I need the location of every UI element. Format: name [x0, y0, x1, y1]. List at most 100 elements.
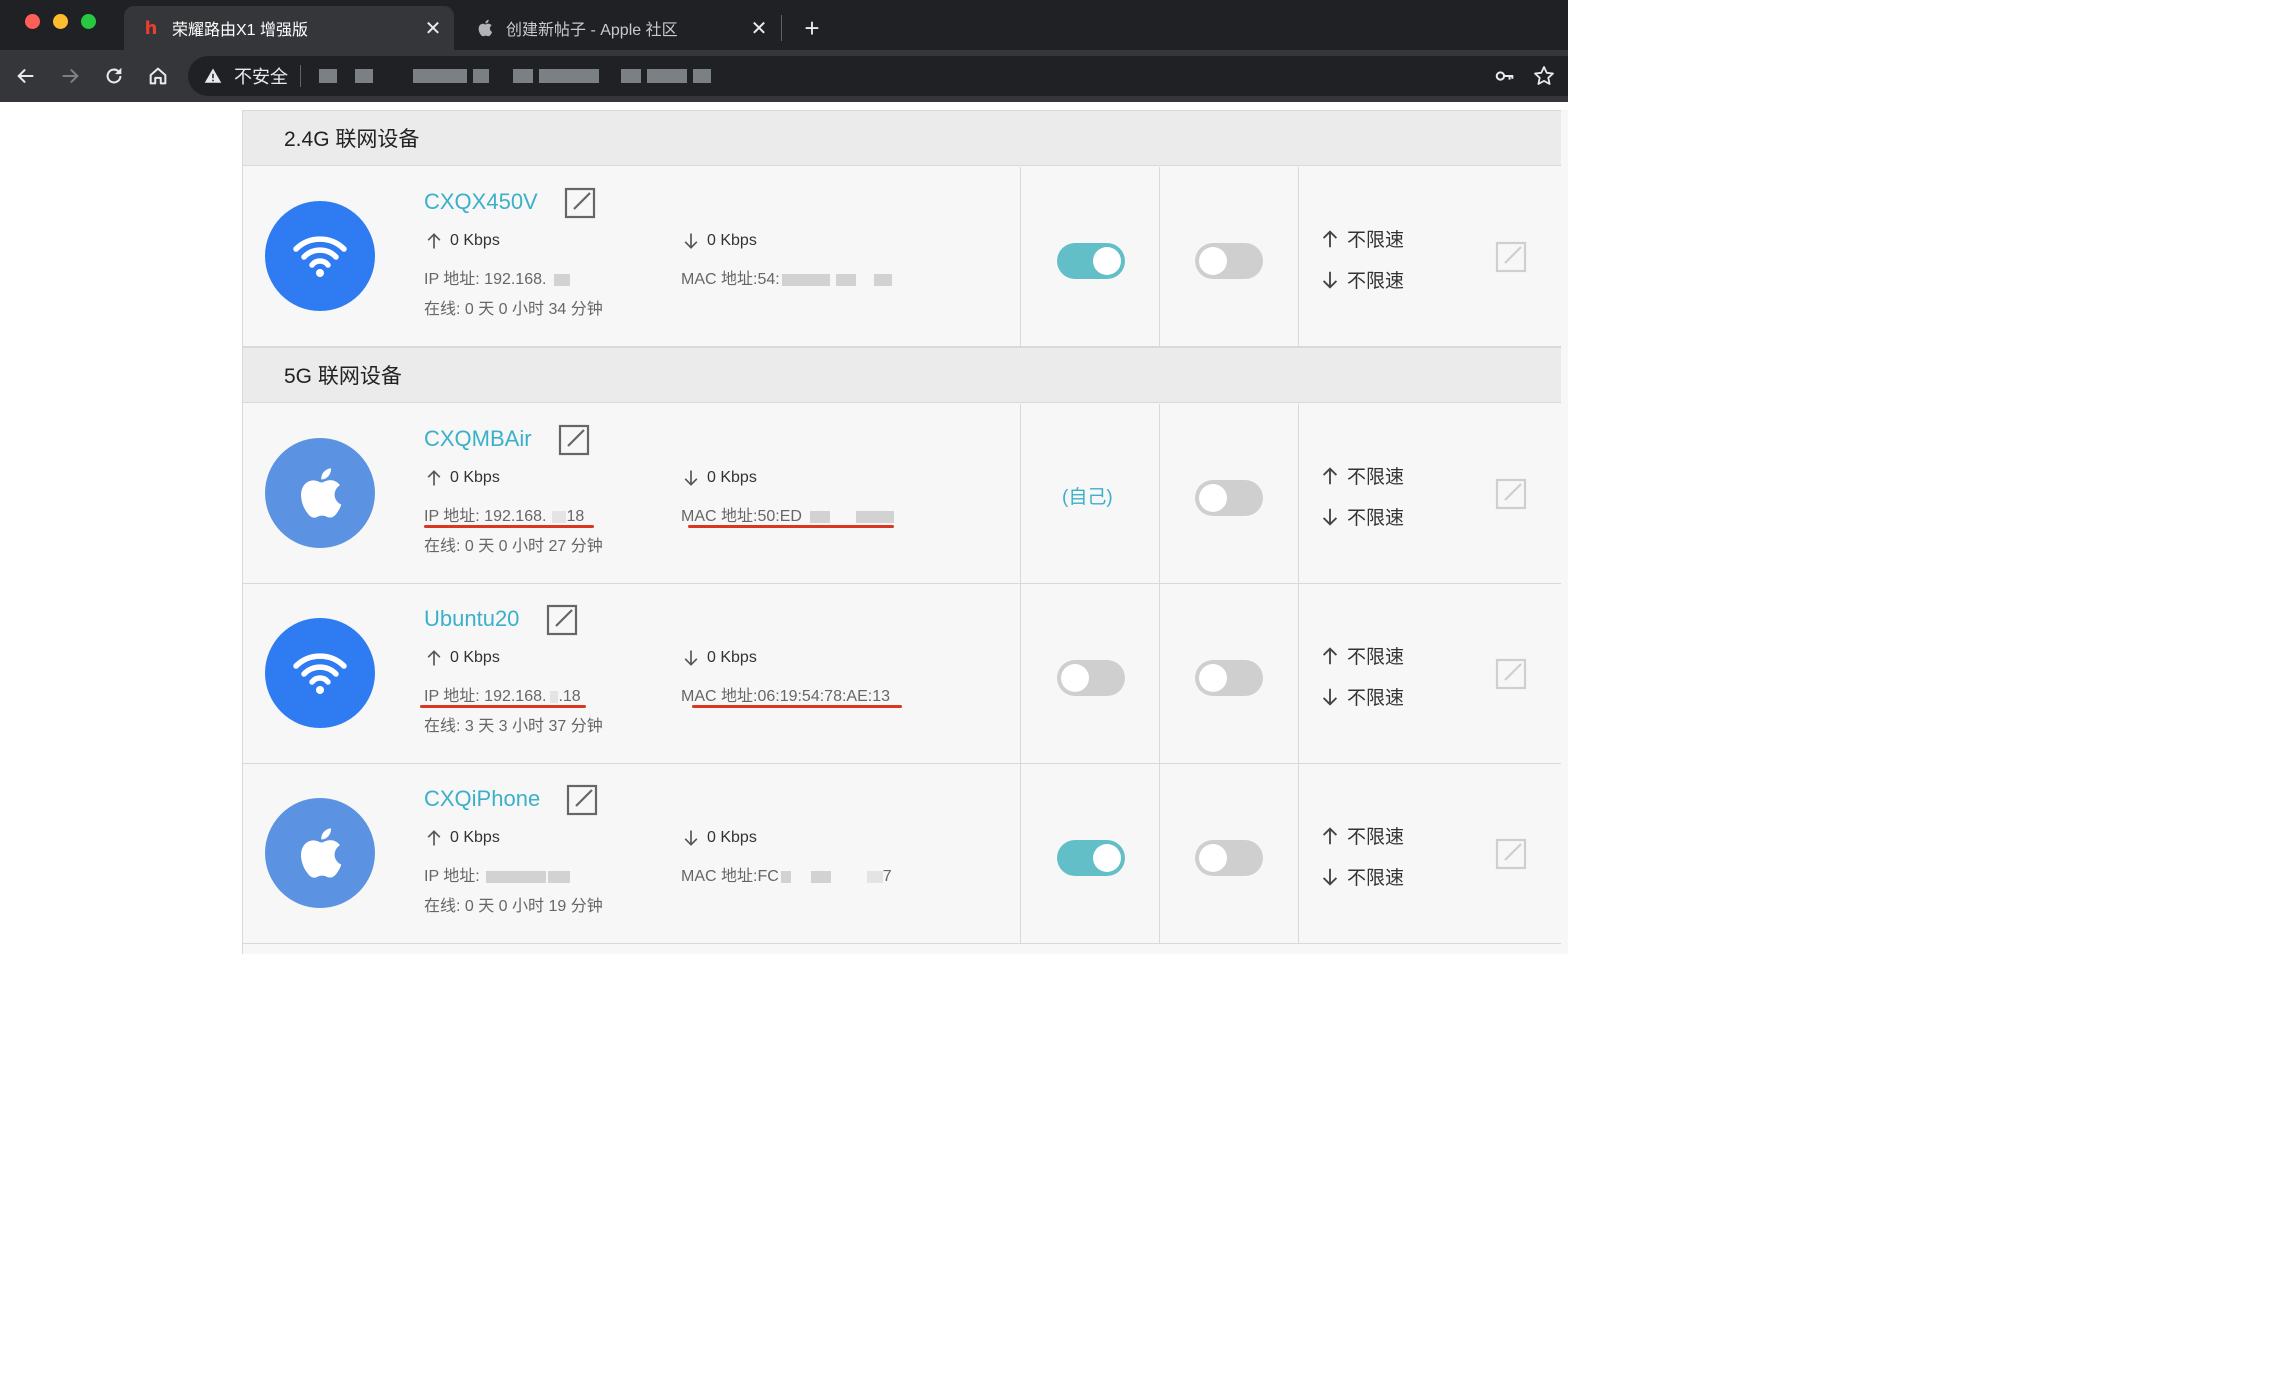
red-annotation-underline	[692, 705, 902, 708]
column-divider	[1298, 404, 1299, 583]
bookmark-star-icon[interactable]	[1532, 64, 1556, 88]
arrow-up-icon	[427, 650, 441, 666]
upload-limit: 不限速	[1319, 225, 1404, 252]
arrow-up-icon	[1322, 466, 1338, 484]
arrow-up-icon	[427, 830, 441, 846]
arrow-down-icon	[1322, 271, 1338, 289]
upload-limit: 不限速	[1319, 642, 1404, 669]
column-divider	[1159, 764, 1160, 943]
reload-button[interactable]	[98, 60, 130, 92]
arrow-up-icon	[1322, 646, 1338, 664]
upload-rate: 0 Kbps	[424, 468, 500, 488]
edit-speed-limit-icon[interactable]	[1495, 658, 1527, 690]
device-row: CXQMBAir 0 Kbps 0 Kbps IP 地址: 192.168. 18…	[243, 404, 1561, 584]
home-icon	[149, 67, 167, 85]
minimize-window-button[interactable]	[53, 14, 68, 29]
device-toggle[interactable]	[1195, 660, 1263, 696]
arrow-up-icon	[427, 233, 441, 249]
download-limit: 不限速	[1319, 503, 1404, 530]
device-name: Ubuntu20	[424, 606, 520, 631]
close-window-button[interactable]	[25, 14, 40, 29]
self-device-label: (自己)	[1062, 487, 1113, 508]
upload-limit: 不限速	[1319, 822, 1404, 849]
device-row: CXQiPhone 0 Kbps 0 Kbps IP 地址: MAC 地址:FC…	[243, 764, 1561, 944]
column-divider	[1298, 167, 1299, 346]
toggle-knob	[1199, 247, 1227, 275]
device-name: CXQMBAir	[424, 426, 532, 451]
apple-device-avatar	[265, 798, 375, 908]
device-toggle[interactable]	[1195, 480, 1263, 516]
section-header-2g: 2.4G 联网设备	[243, 110, 1561, 166]
fullscreen-window-button[interactable]	[81, 14, 96, 29]
tab-close-icon[interactable]: ✕	[744, 13, 774, 43]
online-duration: 在线: 3 天 3 小时 37 分钟	[424, 718, 603, 735]
device-toggle[interactable]	[1195, 243, 1263, 279]
tab-router[interactable]: h 荣耀路由X1 增强版 ✕	[124, 6, 454, 50]
download-rate: 0 Kbps	[681, 828, 757, 848]
column-divider	[1020, 404, 1021, 583]
online-duration: 在线: 0 天 0 小时 19 分钟	[424, 898, 603, 915]
new-tab-button[interactable]: +	[796, 12, 828, 44]
arrow-up-icon	[1322, 826, 1338, 844]
arrow-down-icon	[1322, 868, 1338, 886]
column-divider	[1298, 764, 1299, 943]
page-content: 2.4G 联网设备 CXQX450V 0 Kbps 0 Kbps IP 地址: …	[0, 102, 1568, 954]
apple-icon	[301, 828, 342, 878]
address-bar[interactable]: 不安全	[188, 56, 1568, 96]
edit-speed-limit-icon[interactable]	[1495, 241, 1527, 273]
edit-speed-limit-icon[interactable]	[1495, 838, 1527, 870]
security-indicator[interactable]: 不安全	[234, 63, 288, 89]
online-duration: 在线: 0 天 0 小时 27 分钟	[424, 538, 603, 555]
warning-icon	[204, 68, 222, 83]
arrow-down-icon	[684, 650, 698, 666]
reload-icon	[106, 67, 122, 84]
internet-access-toggle[interactable]	[1057, 840, 1125, 876]
home-button[interactable]	[142, 60, 174, 92]
edit-name-icon[interactable]	[558, 424, 590, 456]
key-icon[interactable]	[1494, 65, 1516, 87]
toggle-knob	[1199, 664, 1227, 692]
edit-name-icon[interactable]	[564, 187, 596, 219]
column-divider	[1020, 764, 1021, 943]
tab-apple-community[interactable]: 创建新帖子 - Apple 社区 ✕	[458, 6, 780, 50]
toggle-knob	[1093, 247, 1121, 275]
arrow-up-icon	[427, 470, 441, 486]
wifi-device-avatar	[265, 618, 375, 728]
mac-address: MAC 地址:50:ED	[681, 502, 894, 526]
browser-tab-strip: h 荣耀路由X1 增强版 ✕ 创建新帖子 - Apple 社区 ✕ +	[0, 0, 1568, 50]
upload-limit: 不限速	[1319, 462, 1404, 489]
edit-speed-limit-icon[interactable]	[1495, 478, 1527, 510]
mac-address: MAC 地址:54:	[681, 265, 892, 289]
apple-logo-icon	[476, 19, 494, 37]
arrow-down-icon	[684, 470, 698, 486]
forward-arrow-icon	[62, 68, 79, 84]
internet-access-toggle[interactable]	[1057, 660, 1125, 696]
device-row: Ubuntu20 0 Kbps 0 Kbps IP 地址: 192.168. .1…	[243, 584, 1561, 764]
arrow-down-icon	[684, 233, 698, 249]
device-toggle[interactable]	[1195, 840, 1263, 876]
tab-separator	[781, 15, 782, 41]
tab-title: 荣耀路由X1 增强版	[172, 22, 309, 39]
apple-device-avatar	[265, 438, 375, 548]
wifi-device-avatar	[265, 201, 375, 311]
tab-close-icon[interactable]: ✕	[418, 13, 448, 43]
redacted-url	[319, 69, 711, 83]
arrow-down-icon	[1322, 688, 1338, 706]
edit-name-icon[interactable]	[566, 784, 598, 816]
download-rate: 0 Kbps	[681, 468, 757, 488]
online-duration: 在线: 0 天 0 小时 34 分钟	[424, 301, 603, 318]
download-rate: 0 Kbps	[681, 231, 757, 251]
edit-name-icon[interactable]	[546, 604, 578, 636]
wifi-icon	[293, 653, 347, 694]
column-divider	[1159, 404, 1160, 583]
apple-icon	[301, 468, 342, 518]
mac-address: MAC 地址:06:19:54:78:AE:13	[681, 688, 891, 705]
forward-button[interactable]	[54, 60, 86, 92]
toggle-knob	[1199, 484, 1227, 512]
internet-access-toggle[interactable]	[1057, 243, 1125, 279]
red-annotation-underline	[424, 525, 594, 528]
toggle-knob	[1061, 664, 1089, 692]
tab-title: 创建新帖子 - Apple 社区	[506, 22, 678, 39]
back-button[interactable]	[10, 60, 42, 92]
wifi-icon	[293, 236, 347, 277]
